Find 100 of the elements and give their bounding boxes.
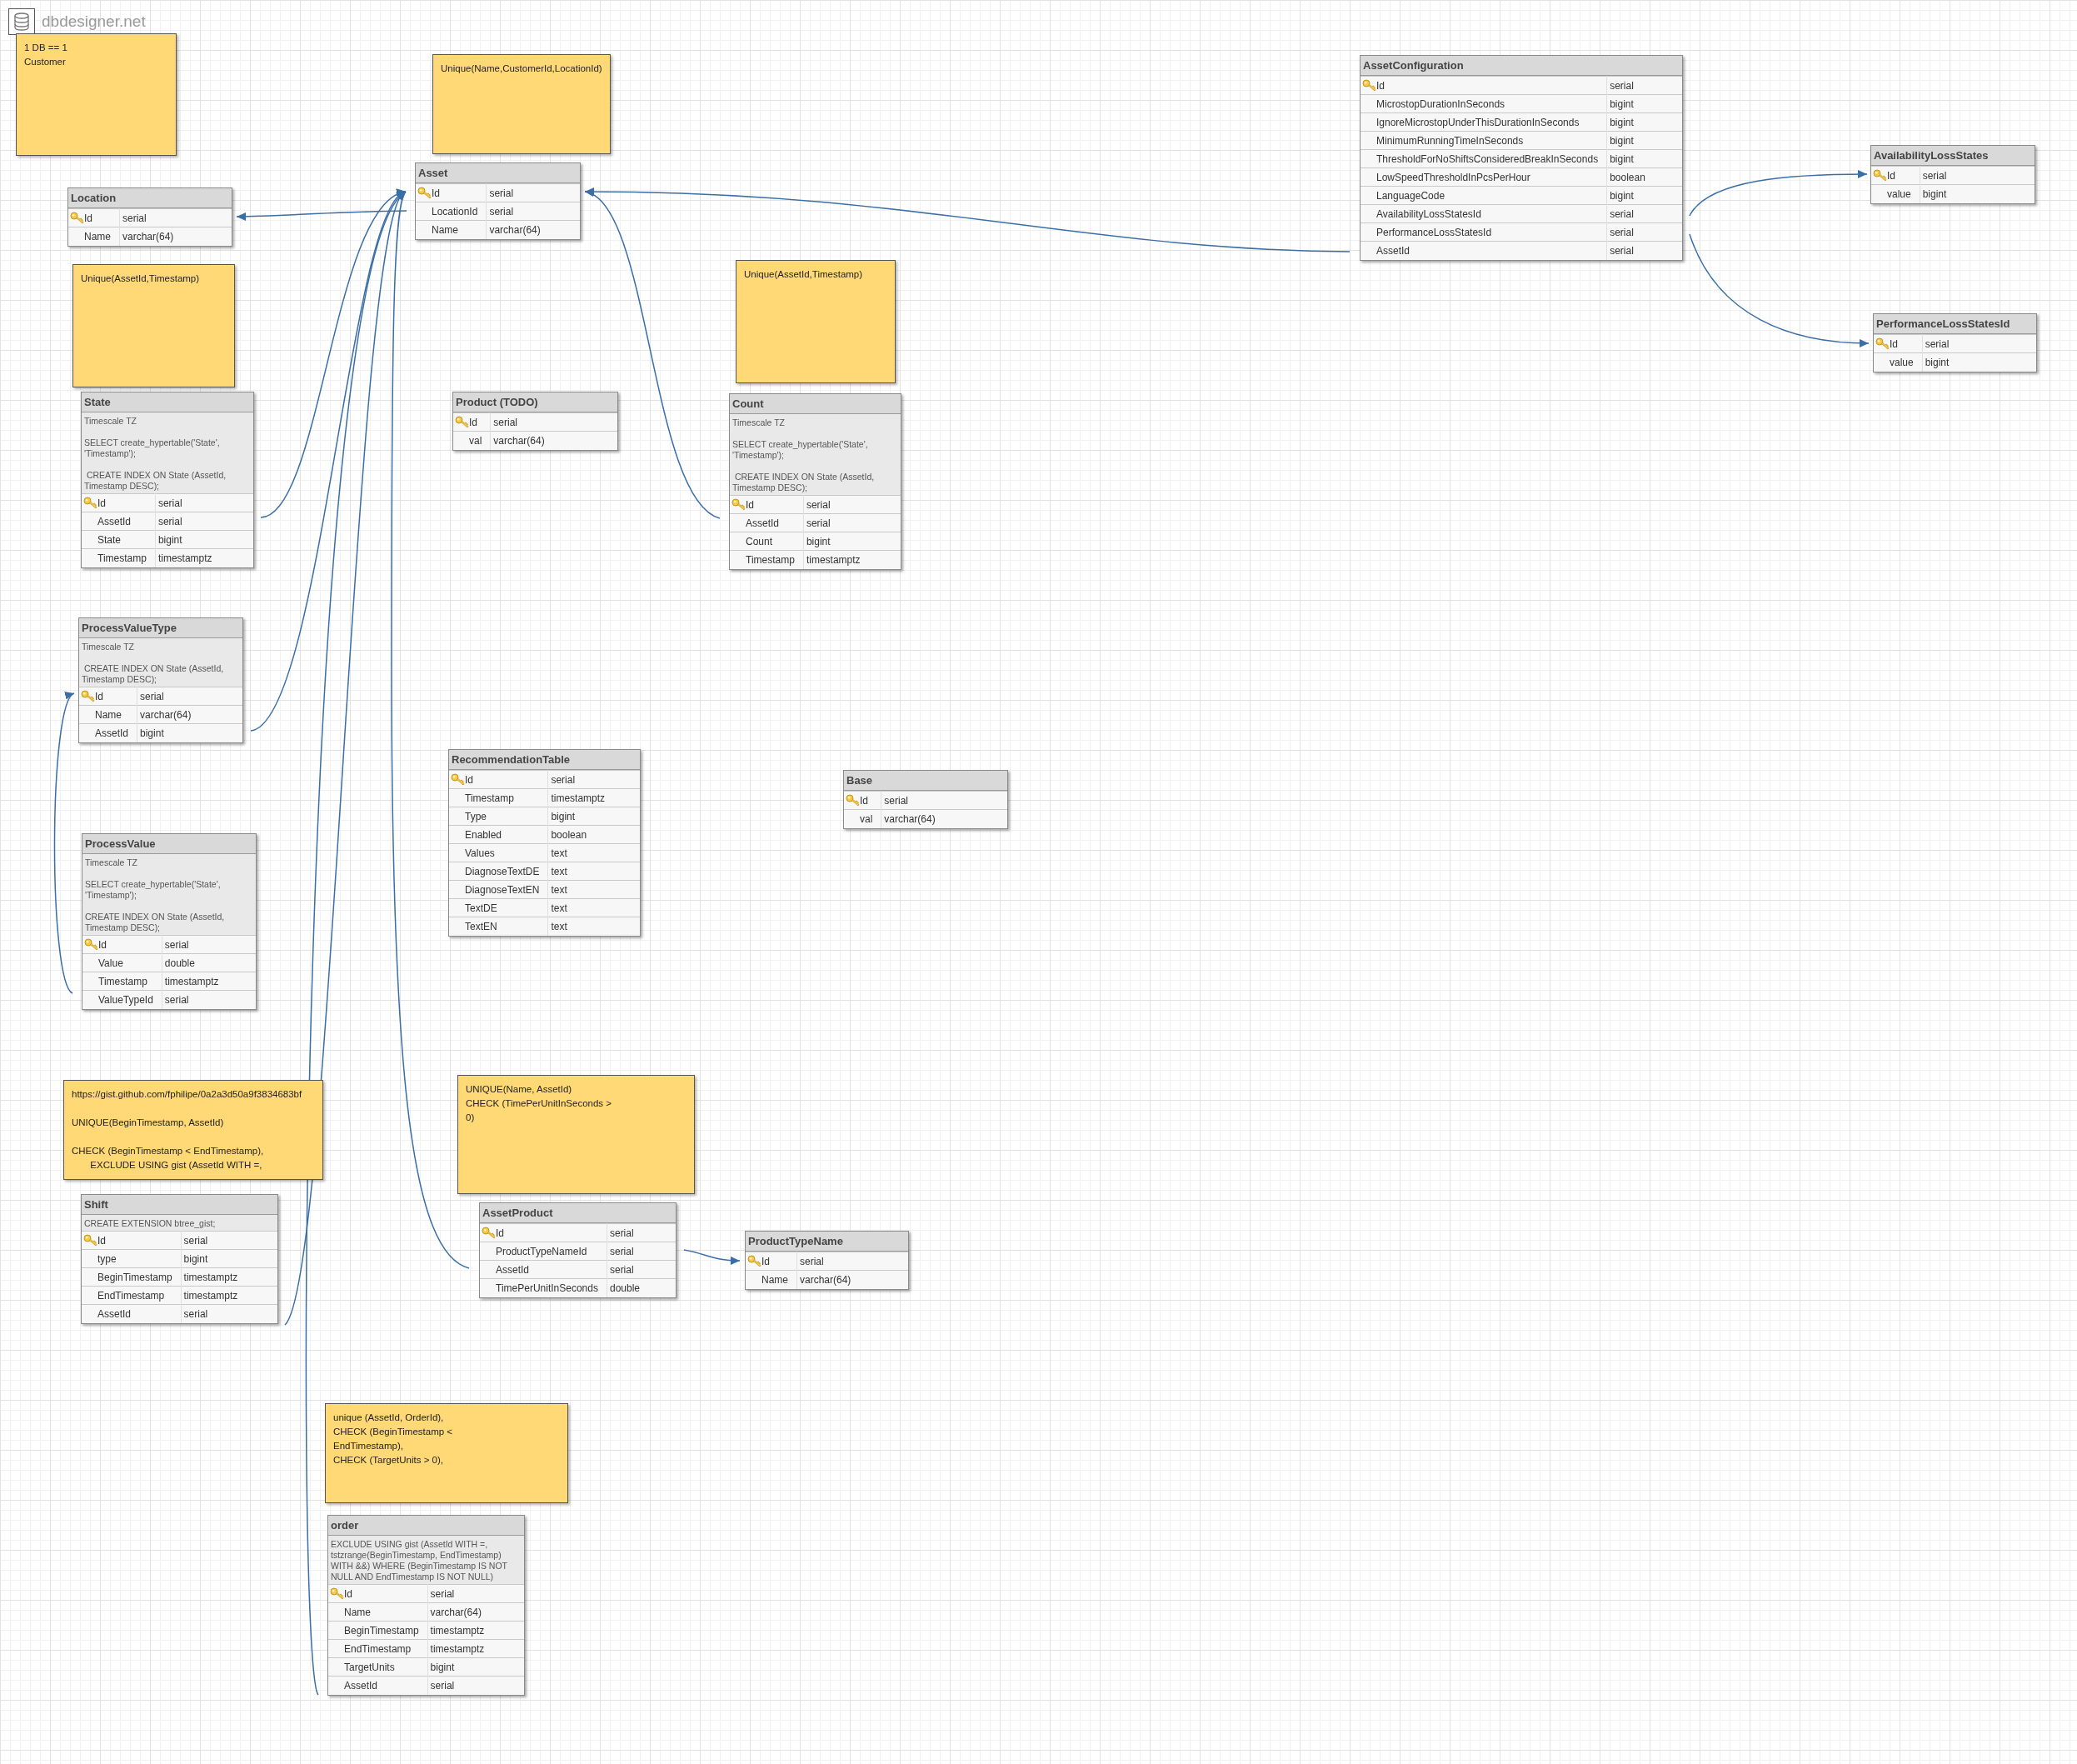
column-type: bigint	[1610, 189, 1634, 202]
column-name: IgnoreMicrostopUnderThisDurationInSeconds	[1376, 116, 1580, 128]
column-type: timestamptz	[157, 552, 212, 564]
column-name: AssetId	[496, 1263, 530, 1276]
column-type: boolean	[551, 828, 587, 841]
sticky-note: unique (AssetId, OrderId), CHECK (BeginTimestamp < EndTimestamp), CHECK (TargetUnits > 0),	[325, 1403, 568, 1503]
column-name: LanguageCode	[1376, 189, 1445, 202]
sticky-note: UNIQUE(Name, AssetId) CHECK (TimePerUnitInSeconds > 0)	[457, 1075, 695, 1194]
column-type: double	[609, 1282, 640, 1294]
column-name: Id	[1887, 169, 1895, 182]
column-type: bigint	[183, 1252, 208, 1265]
column-name: Id	[344, 1587, 352, 1600]
table-name: AvailabilityLossStates	[1871, 146, 2035, 166]
column-type: timestamptz	[806, 553, 861, 566]
table-name: Base	[844, 771, 1007, 791]
column-type: serial	[493, 416, 518, 428]
column-name: Values	[465, 847, 495, 859]
column-type: varchar(64)	[122, 230, 174, 242]
column-name: EndTimestamp	[344, 1642, 412, 1655]
column-name: AssetId	[95, 727, 129, 739]
column-type: serial	[1610, 226, 1634, 238]
table-name: AssetConfiguration	[1361, 56, 1682, 76]
column-type: timestamptz	[183, 1271, 238, 1283]
table-comment: Timescale TZ SELECT create_hypertable('State', 'Timestamp'); CREATE INDEX ON State (AssetId, Timestamp DESC);	[82, 854, 256, 935]
column-type: timestamptz	[430, 1624, 485, 1637]
column-type: serial	[183, 1234, 208, 1247]
column-type: timestamptz	[430, 1642, 485, 1655]
table-name: ProcessValue	[82, 834, 256, 854]
column-name: ThresholdForNoShiftsConsideredBreakInSeconds	[1376, 152, 1599, 165]
column-type: serial	[609, 1245, 634, 1257]
column-type: serial	[609, 1227, 634, 1239]
column-name: Id	[1890, 337, 1898, 350]
column-name: AssetId	[344, 1679, 378, 1692]
column-type: serial	[1610, 207, 1634, 220]
column-name: Timestamp	[465, 792, 514, 804]
column-name: Id	[97, 497, 106, 509]
column-name: Id	[746, 498, 754, 511]
column-type: serial	[140, 690, 164, 702]
column-name: Id	[84, 212, 92, 224]
column-name: LocationId	[432, 205, 478, 217]
column-name: State	[97, 533, 122, 546]
column-name: TextEN	[465, 920, 497, 932]
column-name: Name	[432, 223, 458, 236]
table-name: AssetProduct	[480, 1203, 676, 1223]
column-type: serial	[430, 1587, 455, 1600]
column-type: serial	[122, 212, 147, 224]
column-name: MicrostopDurationInSeconds	[1376, 97, 1505, 110]
column-type: bigint	[157, 533, 182, 546]
table-name: PerformanceLossStatesId	[1874, 314, 2036, 334]
column-type: bigint	[1610, 97, 1634, 110]
column-name: Type	[465, 810, 487, 822]
column-name: AvailabilityLossStatesId	[1376, 207, 1481, 220]
sticky-note: https://gist.github.com/fphilipe/0a2a3d50a9f3834683bf UNIQUE(BeginTimestamp, AssetId) CHECK (BeginTimestamp < EndTimestamp), EXCLUDE USING gist (AssetId WITH =,	[63, 1080, 323, 1180]
column-name: Id	[98, 938, 107, 951]
column-type: varchar(64)	[493, 434, 545, 447]
column-name: val	[860, 812, 873, 825]
column-type: timestamptz	[551, 792, 606, 804]
column-type: serial	[1922, 169, 1947, 182]
column-name: Id	[1376, 79, 1385, 92]
column-name: Timestamp	[98, 975, 147, 987]
table-name: ProcessValueType	[79, 618, 242, 638]
column-name: BeginTimestamp	[97, 1271, 172, 1283]
column-type: text	[551, 920, 567, 932]
column-name: LowSpeedThresholdInPcsPerHour	[1376, 171, 1530, 183]
column-type: timestamptz	[164, 975, 219, 987]
column-type: serial	[1925, 337, 1950, 350]
database-icon	[8, 8, 35, 35]
column-name: TextDE	[465, 902, 497, 914]
column-name: PerformanceLossStatesId	[1376, 226, 1492, 238]
column-name: BeginTimestamp	[344, 1624, 419, 1637]
column-name: AssetId	[97, 515, 132, 527]
column-type: bigint	[1610, 116, 1634, 128]
column-type: serial	[609, 1263, 634, 1276]
column-name: Timestamp	[97, 552, 147, 564]
table-name: RecommendationTable	[449, 750, 640, 770]
column-name: Id	[761, 1255, 770, 1267]
column-name: Id	[432, 187, 440, 199]
column-name: ValueTypeId	[98, 993, 153, 1006]
table-name: Shift	[82, 1195, 277, 1215]
table-comment: CREATE EXTENSION btree_gist;	[82, 1215, 277, 1231]
column-name: DiagnoseTextEN	[465, 883, 540, 896]
column-type: serial	[183, 1307, 208, 1320]
column-name: Name	[761, 1273, 788, 1286]
column-name: AssetId	[1376, 244, 1410, 257]
column-name: value	[1887, 187, 1911, 200]
column-type: bigint	[1925, 356, 1950, 368]
column-type: serial	[430, 1679, 455, 1692]
column-type: serial	[806, 517, 831, 529]
column-type: double	[164, 957, 195, 969]
table-comment: Timescale TZ CREATE INDEX ON State (AssetId, Timestamp DESC);	[79, 638, 242, 687]
column-type: bigint	[1610, 152, 1634, 165]
sticky-note: Unique(Name,CustomerId,LocationId)	[432, 54, 611, 154]
column-type: bigint	[430, 1661, 455, 1673]
column-name: MinimumRunningTimeInSeconds	[1376, 134, 1524, 147]
column-type: bigint	[140, 727, 164, 739]
column-name: TargetUnits	[344, 1661, 395, 1673]
table-name: Location	[68, 188, 232, 208]
column-name: type	[97, 1252, 117, 1265]
column-type: serial	[806, 498, 831, 511]
column-type: varchar(64)	[140, 708, 192, 721]
